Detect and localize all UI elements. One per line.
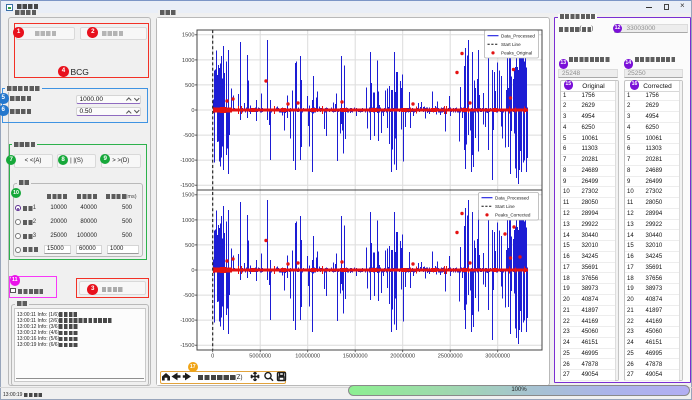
svg-text:1000: 1000 [182,58,194,64]
svg-text:0: 0 [191,108,194,114]
svg-text:0: 0 [211,354,214,360]
svg-text:1500: 1500 [182,33,194,39]
svg-text:Peaks_Corrected: Peaks_Corrected [495,213,531,218]
svg-text:Start Line: Start Line [501,42,521,47]
svg-text:15000000: 15000000 [343,354,368,360]
svg-text:1000: 1000 [182,218,194,224]
svg-text:Data_Processed: Data_Processed [501,33,535,38]
svg-text:-1500: -1500 [180,343,194,349]
svg-text:Peaks_Original: Peaks_Original [501,51,532,56]
svg-text:-500: -500 [183,133,194,139]
svg-text:0: 0 [191,268,194,274]
svg-text:-1000: -1000 [180,318,194,324]
svg-text:1500: 1500 [182,193,194,199]
svg-text:25000000: 25000000 [438,354,463,360]
svg-text:Start Line: Start Line [495,204,515,209]
svg-text:20000000: 20000000 [390,354,415,360]
svg-text:500: 500 [185,243,194,249]
svg-text:-1500: -1500 [180,183,194,189]
svg-text:5000000: 5000000 [249,354,271,360]
svg-text:-500: -500 [183,293,194,299]
svg-text:10000000: 10000000 [295,354,320,360]
svg-text:Data_Processed: Data_Processed [495,195,529,200]
svg-text:30000000: 30000000 [485,354,510,360]
svg-text:-1000: -1000 [180,158,194,164]
svg-text:500: 500 [185,83,194,89]
